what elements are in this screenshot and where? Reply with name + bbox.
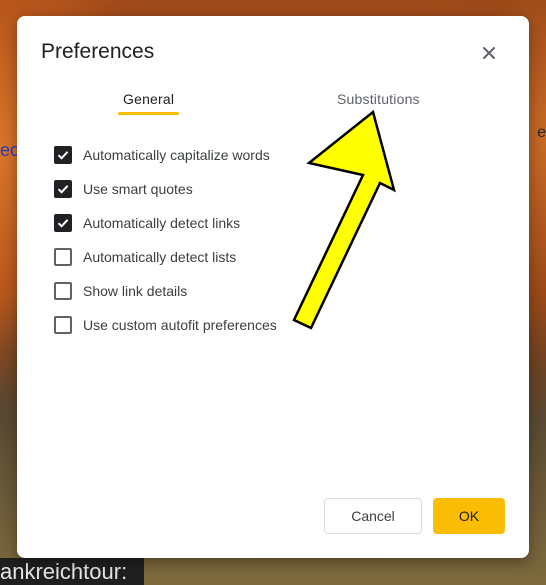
checkbox-checked[interactable] — [54, 146, 72, 164]
option-label: Automatically detect lists — [83, 249, 237, 265]
option-show-link-details[interactable]: Show link details — [54, 274, 277, 308]
checkbox-unchecked[interactable] — [54, 248, 72, 266]
checkmark-icon — [57, 185, 69, 194]
option-custom-autofit[interactable]: Use custom autofit preferences — [54, 308, 277, 342]
active-tab-indicator — [118, 112, 180, 115]
option-label: Use smart quotes — [83, 181, 193, 197]
tab-substitutions-label: Substitutions — [337, 91, 420, 107]
tab-substitutions[interactable]: Substitutions — [337, 91, 420, 107]
ok-button[interactable]: OK — [433, 498, 505, 534]
checkbox-checked[interactable] — [54, 214, 72, 232]
option-label: Automatically detect links — [83, 215, 241, 231]
checkmark-icon — [57, 219, 69, 228]
tab-general-label: General — [123, 91, 175, 107]
preferences-dialog: Preferences General Substitutions Automa… — [17, 16, 529, 558]
option-label: Show link details — [83, 283, 188, 299]
checkbox-checked[interactable] — [54, 180, 72, 198]
close-button[interactable] — [478, 42, 500, 64]
background-text-right: e — [537, 124, 546, 141]
option-smart-quotes[interactable]: Use smart quotes — [54, 172, 277, 206]
option-detect-lists[interactable]: Automatically detect lists — [54, 240, 277, 274]
option-label: Use custom autofit preferences — [83, 317, 277, 333]
cancel-button[interactable]: Cancel — [324, 498, 422, 534]
tab-general[interactable]: General — [118, 91, 180, 115]
checkmark-icon — [57, 151, 69, 160]
close-icon — [483, 47, 495, 59]
options-list: Automatically capitalize words Use smart… — [54, 138, 277, 342]
option-capitalize-words[interactable]: Automatically capitalize words — [54, 138, 277, 172]
checkbox-unchecked[interactable] — [54, 316, 72, 334]
dialog-title: Preferences — [41, 40, 155, 63]
checkbox-unchecked[interactable] — [54, 282, 72, 300]
option-detect-links[interactable]: Automatically detect links — [54, 206, 277, 240]
background-caption: ankreichtour: — [0, 558, 144, 585]
option-label: Automatically capitalize words — [83, 147, 270, 163]
